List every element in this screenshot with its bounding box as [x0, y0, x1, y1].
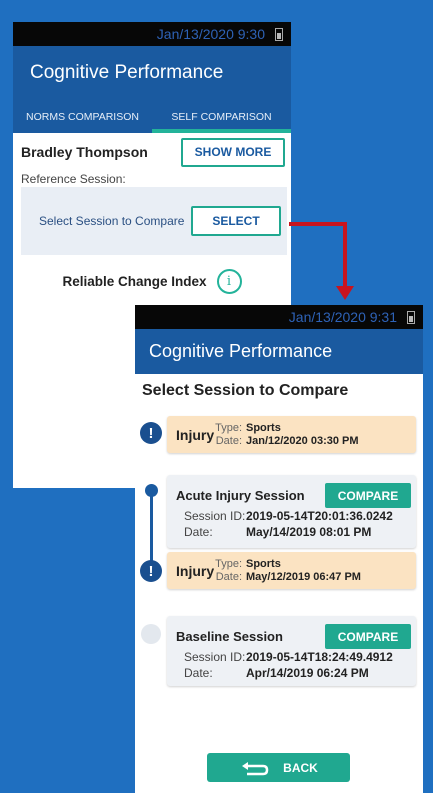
- tab-bar: NORMS COMPARISON SELF COMPARISON: [13, 100, 291, 133]
- select-session-panel: Select Session to Compare SELECT: [21, 187, 287, 255]
- back-arrow-icon: [242, 761, 269, 775]
- user-row: Bradley Thompson SHOW MORE: [13, 133, 291, 171]
- session-date-key: Date:: [184, 666, 213, 680]
- tab-norms-comparison[interactable]: NORMS COMPARISON: [13, 100, 152, 133]
- show-more-button[interactable]: SHOW MORE: [181, 137, 285, 167]
- injury-type-key: Type:: [215, 557, 242, 570]
- timeline-empty-dot: [141, 624, 161, 644]
- session-name: Baseline Session: [176, 629, 283, 644]
- exclamation-icon: !: [140, 422, 162, 444]
- timeline-dot: [145, 484, 158, 497]
- status-bar: Jan/13/2020 9:30: [13, 22, 291, 46]
- session-card-baseline[interactable]: Baseline Session COMPARE Session ID: 2019…: [167, 616, 416, 686]
- arrow-down-icon: [289, 222, 354, 300]
- session-date: Apr/14/2019 06:24 PM: [246, 666, 369, 680]
- screen-select-session: Jan/13/2020 9:31 Cognitive Performance S…: [135, 305, 423, 793]
- status-time: Jan/13/2020 9:31: [288, 309, 397, 325]
- session-date-key: Date:: [184, 525, 213, 539]
- info-icon[interactable]: i: [216, 269, 242, 294]
- injury-label: Injury: [176, 562, 215, 579]
- back-label: BACK: [283, 760, 318, 775]
- injury-label: Injury: [176, 426, 215, 443]
- status-time: Jan/13/2020 9:30: [156, 26, 265, 42]
- app-bar: Cognitive Performance: [13, 46, 291, 100]
- compare-button[interactable]: COMPARE: [325, 483, 411, 508]
- injury-card: Injury Type: Sports Date: May/12/2019 06:4…: [167, 552, 416, 589]
- select-session-prompt: Select Session to Compare: [39, 214, 185, 228]
- app-title: Cognitive Performance: [149, 341, 333, 361]
- app-bar: Cognitive Performance: [135, 329, 423, 374]
- session-id-key: Session ID:: [184, 509, 246, 523]
- section-title: Select Session to Compare: [142, 382, 349, 399]
- injury-type-key: Type:: [215, 421, 242, 434]
- back-button[interactable]: BACK: [207, 753, 350, 782]
- session-id-key: Session ID:: [184, 650, 246, 664]
- injury-date-key: Date:: [215, 570, 242, 583]
- injury-type: Sports: [246, 421, 281, 434]
- reliable-change-index-row: Reliable Change Index i: [13, 269, 291, 294]
- compare-button[interactable]: COMPARE: [325, 624, 411, 649]
- injury-date: May/12/2019 06:47 PM: [246, 570, 361, 583]
- injury-type: Sports: [246, 557, 281, 570]
- injury-card: Injury Type: Sports Date: Jan/12/2020 03:3…: [167, 416, 416, 453]
- app-title: Cognitive Performance: [30, 62, 224, 83]
- session-card-acute[interactable]: Acute Injury Session COMPARE Session ID:…: [167, 475, 416, 548]
- reference-session-label: Reference Session:: [21, 172, 126, 186]
- injury-date-key: Date:: [215, 434, 242, 447]
- injury-date: Jan/12/2020 03:30 PM: [246, 434, 359, 447]
- select-button[interactable]: SELECT: [191, 206, 281, 236]
- battery-icon: [407, 310, 415, 324]
- status-bar: Jan/13/2020 9:31: [135, 305, 423, 329]
- session-id: 2019-05-14T20:01:36.0242: [246, 509, 393, 523]
- tab-self-comparison[interactable]: SELF COMPARISON: [152, 100, 291, 133]
- session-id: 2019-05-14T18:24:49.4912: [246, 650, 393, 664]
- session-date: May/14/2019 08:01 PM: [246, 525, 372, 539]
- exclamation-icon: !: [140, 560, 162, 582]
- reliable-change-index-label: Reliable Change Index: [62, 274, 207, 289]
- user-name: Bradley Thompson: [21, 144, 148, 160]
- session-name: Acute Injury Session: [176, 488, 305, 503]
- battery-icon: [275, 27, 283, 41]
